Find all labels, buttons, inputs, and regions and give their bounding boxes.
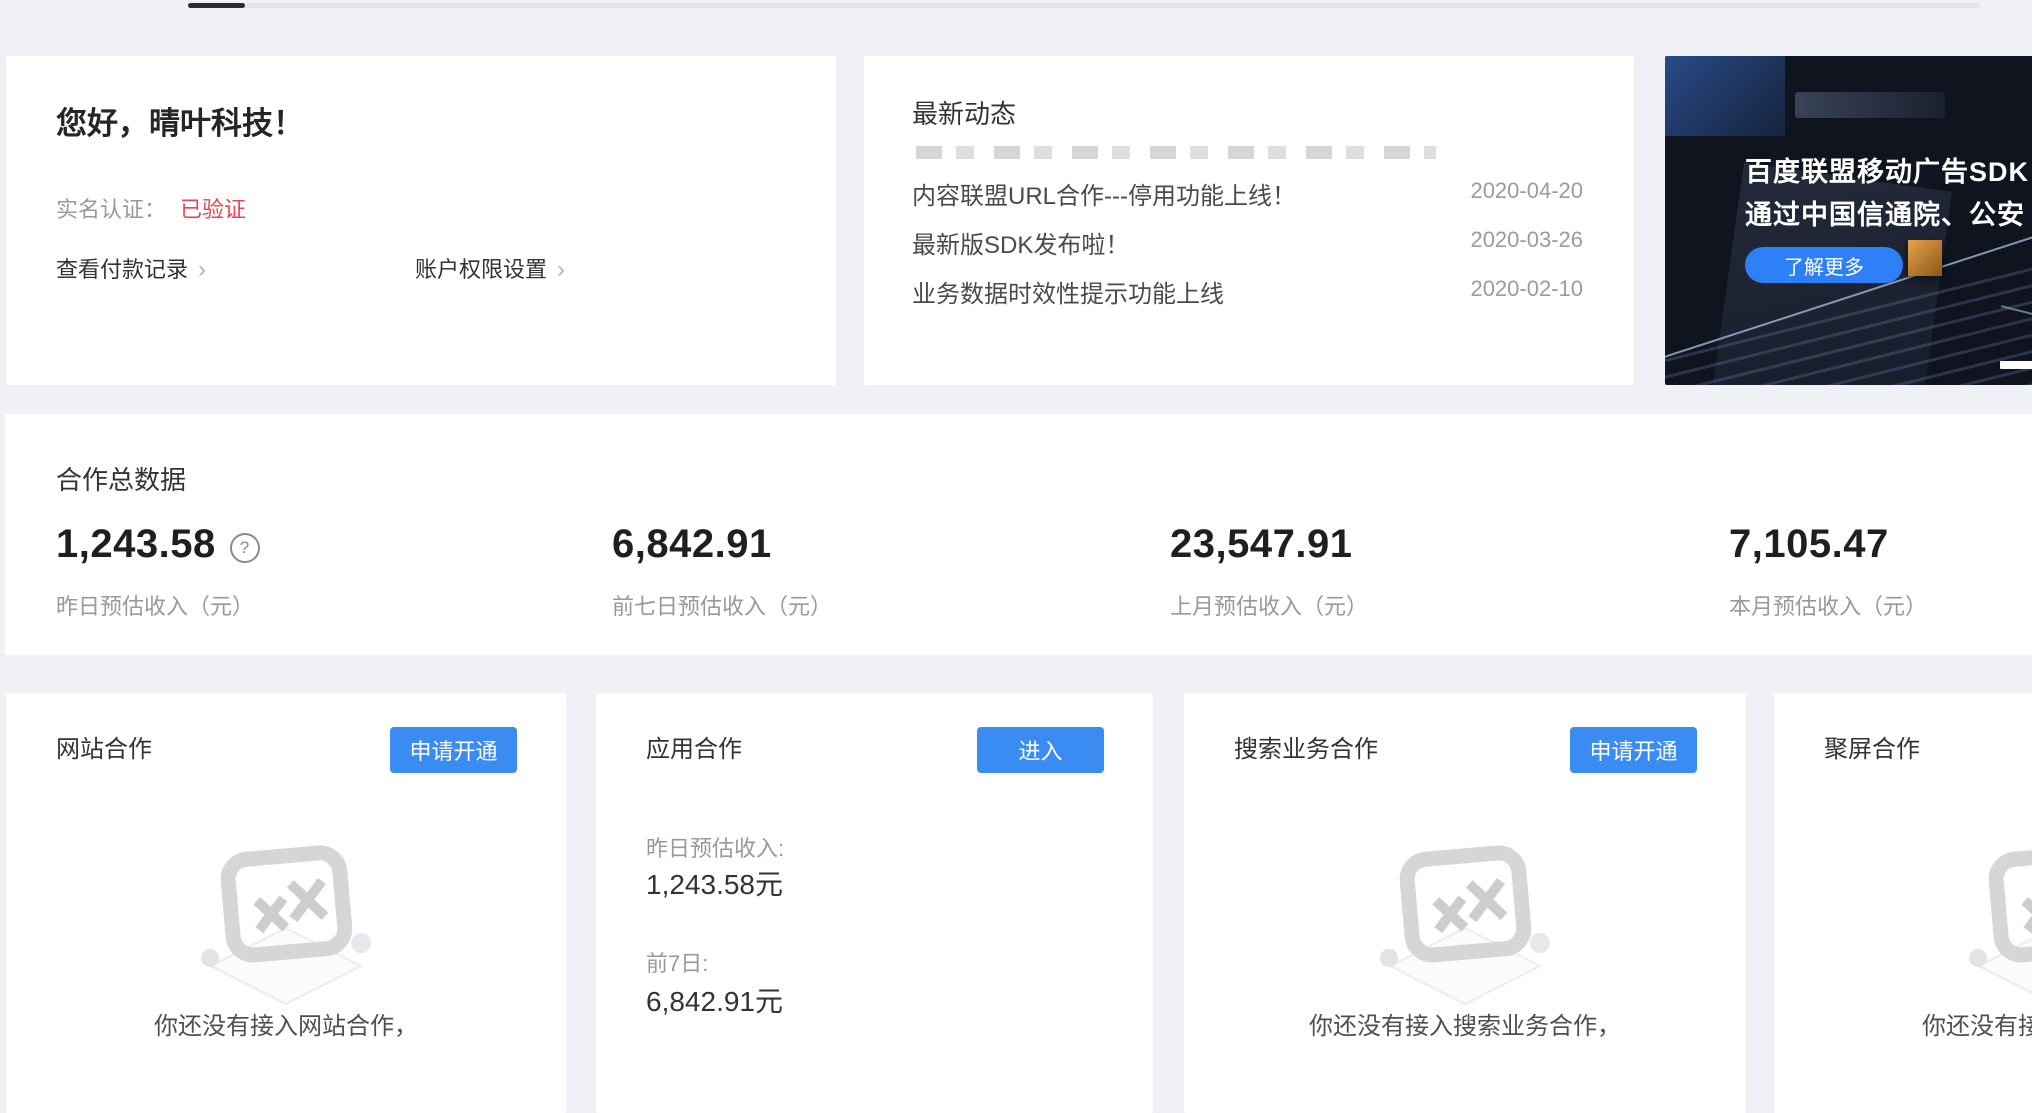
scrollbar-thumb[interactable] (188, 3, 245, 8)
carousel-indicator[interactable] (2000, 361, 2032, 369)
app-coop-card: 应用合作 进入 昨日预估收入: 1,243.58元 前7日: 6,842.91元 (596, 693, 1153, 1113)
metric-label: 上月预估收入（元） (1170, 589, 1590, 621)
stats-title: 合作总数据 (56, 460, 186, 497)
search-coop-card: 搜索业务合作 申请开通 你还没有接入搜索业务合作， (1184, 693, 1746, 1113)
metric-label: 前七日预估收入（元） (612, 589, 1032, 621)
website-coop-card: 网站合作 申请开通 你还没有接入网站合作， (6, 693, 566, 1113)
chevron-right-icon: › (198, 256, 206, 283)
stat-value: 1,243.58元 (646, 863, 783, 903)
news-item-text[interactable]: 内容联盟URL合作---停用功能上线！ (912, 176, 1296, 211)
stat-label: 昨日预估收入: (646, 831, 784, 863)
account-permission-link[interactable]: 账户权限设置 › (415, 252, 565, 284)
card-title: 应用合作 (646, 729, 742, 764)
metric-value: 7,105.47 (1729, 522, 2032, 567)
card-title: 搜索业务合作 (1234, 729, 1378, 764)
news-item-text[interactable]: 业务数据时效性提示功能上线 (912, 274, 1224, 309)
metric-this-month: 7,105.47 本月预估收入（元） (1729, 522, 2032, 621)
greeting-title: 您好，晴叶科技！ (56, 98, 304, 143)
news-item-date: 2020-02-10 (1470, 276, 1583, 302)
metric-last7days: 6,842.91 前七日预估收入（元） (612, 522, 1032, 621)
empty-caption: 你还没有接入聚屏合作， (1774, 1006, 2032, 1041)
apply-open-button[interactable]: 申请开通 (390, 727, 517, 773)
card-title: 网站合作 (56, 729, 152, 764)
top-horizontal-scrollbar[interactable] (188, 3, 1980, 8)
metric-value: 1,243.58? (56, 522, 476, 567)
metric-label: 本月预估收入（元） (1729, 589, 2032, 621)
promo-banner[interactable]: 百度联盟移动广告SDK 通过中国信通院、公安 了解更多 (1665, 56, 2032, 385)
empty-caption: 你还没有接入搜索业务合作， (1184, 1006, 1746, 1041)
empty-state-tv-icon (1969, 840, 2032, 1005)
empty-caption: 你还没有接入网站合作， (6, 1006, 566, 1041)
banner-headline-line1: 百度联盟移动广告SDK (1745, 150, 2029, 189)
banner-decoration (1795, 92, 1945, 118)
chevron-right-icon: › (557, 256, 565, 283)
enter-button[interactable]: 进入 (977, 727, 1104, 773)
greeting-card: 您好，晴叶科技！ 实名认证： 已验证 查看付款记录 › 账户权限设置 › (6, 56, 836, 385)
auth-row: 实名认证： 已验证 (56, 192, 246, 224)
banner-decoration (1665, 56, 1785, 136)
news-item[interactable]: 内容联盟URL合作---停用功能上线！ 2020-04-20 (912, 176, 1583, 206)
news-item[interactable]: 业务数据时效性提示功能上线 2020-02-10 (912, 274, 1583, 304)
payment-records-label: 查看付款记录 (56, 257, 188, 282)
banner-orange-cube-decoration (1908, 240, 1942, 276)
metric-value: 23,547.91 (1170, 522, 1590, 567)
banner-headline-line2: 通过中国信通院、公安 (1745, 193, 2025, 232)
metric-last-month: 23,547.91 上月预估收入（元） (1170, 522, 1590, 621)
payment-records-link[interactable]: 查看付款记录 › (56, 252, 206, 284)
metric-yesterday: 1,243.58? 昨日预估收入（元） (56, 522, 476, 621)
news-title: 最新动态 (912, 94, 1016, 131)
news-card: 最新动态 内容联盟URL合作---停用功能上线！ 2020-04-20 最新版S… (864, 56, 1634, 385)
auth-status-badge: 已验证 (180, 197, 246, 222)
stat-label: 前7日: (646, 946, 708, 978)
metric-value: 6,842.91 (612, 522, 1032, 567)
news-item-scrolling-clipped (916, 146, 1436, 159)
help-icon[interactable]: ? (230, 533, 260, 563)
news-item-date: 2020-03-26 (1470, 227, 1583, 253)
metric-label: 昨日预估收入（元） (56, 589, 476, 621)
news-item[interactable]: 最新版SDK发布啦！ 2020-03-26 (912, 225, 1583, 255)
apply-open-button[interactable]: 申请开通 (1570, 727, 1697, 773)
news-item-date: 2020-04-20 (1470, 178, 1583, 204)
auth-label: 实名认证： (56, 197, 166, 222)
learn-more-button[interactable]: 了解更多 (1745, 247, 1903, 283)
empty-state-tv-icon (201, 840, 371, 1005)
card-title: 聚屏合作 (1824, 729, 1920, 764)
stats-section: 合作总数据 1,243.58? 昨日预估收入（元） 6,842.91 前七日预估… (5, 414, 2032, 655)
juping-coop-card: 聚屏合作 你还没有接入聚屏合作， (1774, 693, 2032, 1113)
news-item-text[interactable]: 最新版SDK发布啦！ (912, 225, 1129, 260)
stat-value: 6,842.91元 (646, 980, 783, 1020)
empty-state-tv-icon (1380, 840, 1550, 1005)
account-permission-label: 账户权限设置 (415, 257, 547, 282)
metric-number: 1,243.58 (56, 522, 216, 566)
